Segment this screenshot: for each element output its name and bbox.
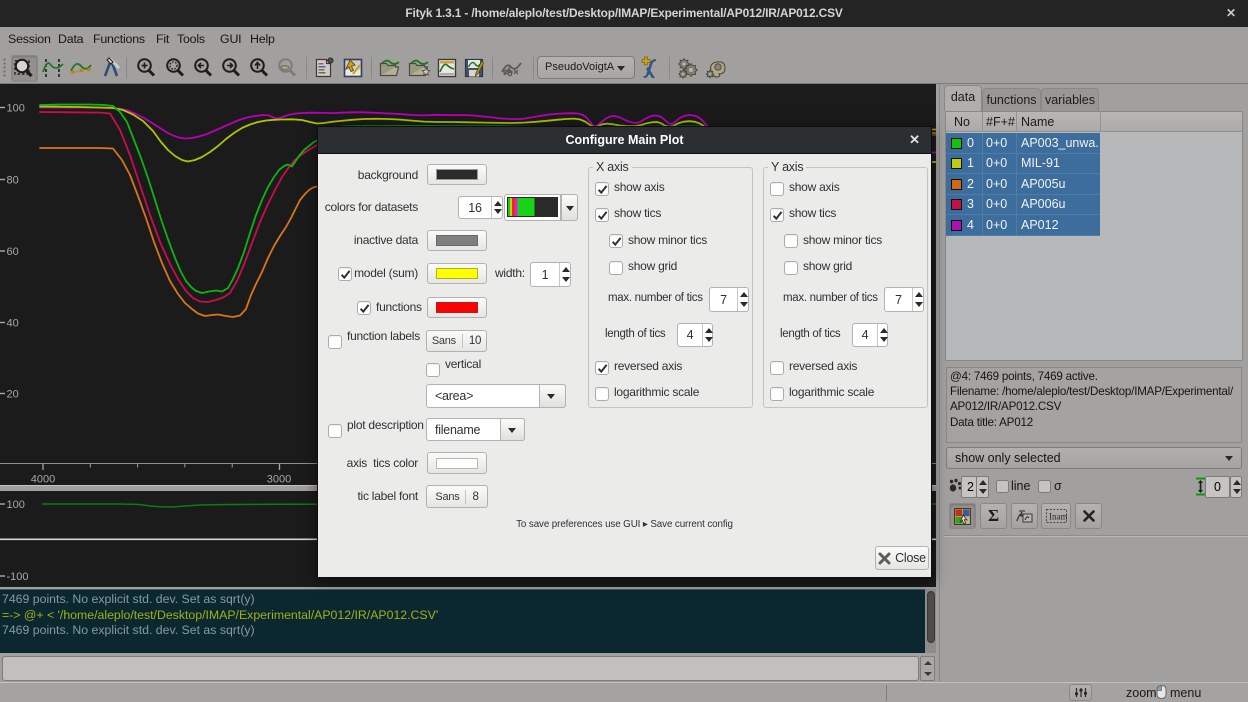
svg-text:-100: -100 — [7, 571, 29, 583]
svg-text:80: 80 — [7, 175, 19, 187]
svg-text:3000: 3000 — [267, 474, 291, 485]
svg-text:100: 100 — [7, 499, 25, 511]
svg-text:20: 20 — [7, 389, 19, 401]
svg-text:60: 60 — [7, 246, 19, 258]
svg-text:40: 40 — [7, 318, 19, 330]
svg-text:4000: 4000 — [31, 474, 55, 485]
svg-text:Inam: Inam — [1049, 512, 1067, 522]
svg-text:100: 100 — [7, 103, 25, 115]
